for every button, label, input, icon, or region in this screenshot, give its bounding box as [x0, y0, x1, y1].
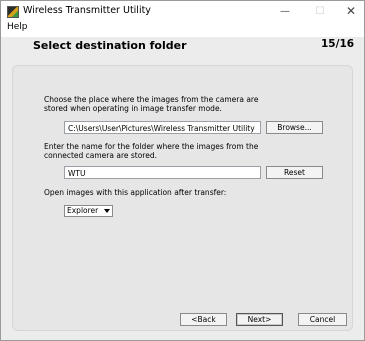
maximize-button: ☐ — [306, 3, 334, 19]
close-button[interactable]: ✕ — [337, 3, 365, 19]
title-bar[interactable]: Wireless Transmitter Utility — ☐ ✕ — [1, 1, 364, 23]
next-button[interactable]: Next> — [236, 313, 283, 326]
menu-bar: Help — [1, 22, 364, 36]
folder-name-field[interactable]: WTU — [64, 166, 261, 179]
minimize-icon: — — [280, 5, 290, 17]
application-select-value: Explorer — [67, 206, 99, 215]
cancel-button[interactable]: Cancel — [298, 313, 347, 326]
back-button[interactable]: <Back — [180, 313, 227, 326]
app-window: Wireless Transmitter Utility — ☐ ✕ Help … — [0, 0, 365, 341]
open-with-label: Open images with this application after … — [44, 188, 227, 197]
folder-name-instruction: Enter the name for the folder where the … — [44, 142, 259, 160]
window-title: Wireless Transmitter Utility — [23, 5, 151, 16]
minimize-button[interactable]: — — [271, 3, 299, 19]
maximize-icon: ☐ — [315, 5, 325, 17]
application-select[interactable]: Explorer — [64, 205, 113, 217]
close-icon: ✕ — [345, 4, 357, 18]
reset-button[interactable]: Reset — [266, 166, 323, 179]
chevron-down-icon — [104, 209, 110, 213]
menu-help[interactable]: Help — [7, 22, 28, 32]
page-title: Select destination folder — [33, 39, 187, 52]
folder-instruction: Choose the place where the images from t… — [44, 95, 259, 113]
step-counter: 15/16 — [321, 38, 355, 50]
browse-button[interactable]: Browse... — [266, 121, 323, 134]
camera-utility-icon — [7, 6, 19, 18]
destination-path-field[interactable]: C:\Users\User\Pictures\Wireless Transmit… — [64, 121, 261, 134]
